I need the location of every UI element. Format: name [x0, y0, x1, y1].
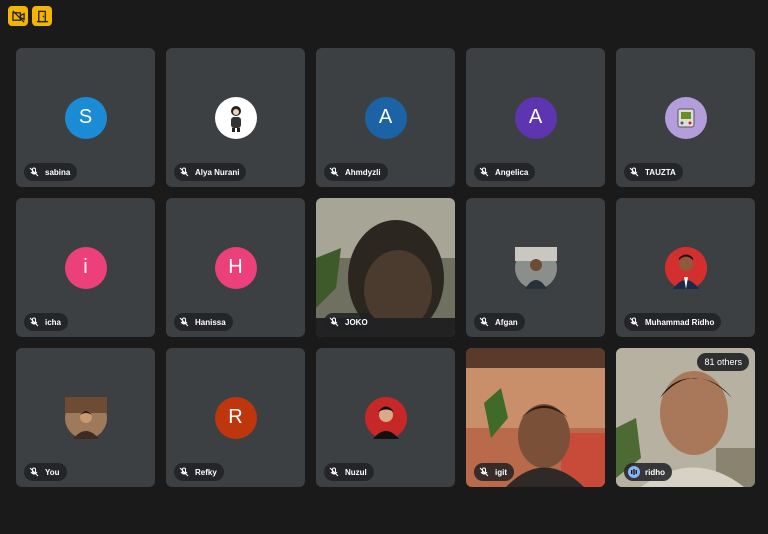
participant-name: Hanissa	[195, 317, 226, 327]
participant-tile[interactable]: Nuzul	[316, 348, 455, 487]
mic-off-icon	[478, 316, 490, 328]
mic-off-icon	[28, 166, 40, 178]
participant-name: Angelica	[495, 167, 529, 177]
participant-name: sabina	[45, 167, 71, 177]
participant-name: igit	[495, 467, 507, 477]
participant-nametag: Alya Nurani	[174, 163, 247, 181]
mic-off-icon	[178, 316, 190, 328]
participant-grid: S sabina Alya Nurani A Ahmdyzli A Angeli…	[16, 48, 755, 487]
mic-off-icon	[28, 466, 40, 478]
participant-name: Muhammad Ridho	[645, 317, 715, 327]
mic-off-icon	[478, 166, 490, 178]
mic-off-icon	[178, 466, 190, 478]
participant-tile-video[interactable]: JOKO	[316, 198, 455, 337]
speaking-indicator-icon	[628, 466, 640, 478]
mic-off-icon	[328, 466, 340, 478]
participant-tile[interactable]: R Refky	[166, 348, 305, 487]
participant-tile[interactable]: Muhammad Ridho	[616, 198, 755, 337]
mic-off-icon	[628, 316, 640, 328]
participant-tile[interactable]: A Ahmdyzli	[316, 48, 455, 187]
participant-nametag: Afgan	[474, 313, 525, 331]
camera-off-icon	[11, 9, 25, 23]
avatar	[214, 96, 257, 139]
participant-name: icha	[45, 317, 62, 327]
participant-tile-video[interactable]: igit	[466, 348, 605, 487]
participant-name: You	[45, 467, 60, 477]
mic-off-icon	[178, 166, 190, 178]
camera-off-button[interactable]	[8, 6, 28, 26]
participant-tile[interactable]: TAUZTA	[616, 48, 755, 187]
avatar: A	[364, 96, 407, 139]
participant-tile[interactable]: i icha	[16, 198, 155, 337]
avatar: i	[64, 246, 107, 289]
participant-tile[interactable]: S sabina	[16, 48, 155, 187]
mic-off-icon	[628, 166, 640, 178]
participant-name: JOKO	[345, 317, 368, 327]
avatar: R	[214, 396, 257, 439]
avatar	[514, 246, 557, 289]
participant-nametag: TAUZTA	[624, 163, 683, 181]
participant-nametag: Angelica	[474, 163, 536, 181]
participant-name: Ahmdyzli	[345, 167, 381, 177]
avatar	[664, 96, 707, 139]
participant-nametag: icha	[24, 313, 69, 331]
participant-name: Alya Nurani	[195, 167, 240, 177]
participant-name: Afgan	[495, 317, 518, 327]
participant-nametag: JOKO	[324, 313, 375, 331]
participant-name: TAUZTA	[645, 167, 676, 177]
participant-tile[interactable]: Afgan	[466, 198, 605, 337]
avatar	[64, 396, 107, 439]
participant-nametag: Hanissa	[174, 313, 233, 331]
participant-tile[interactable]: H Hanissa	[166, 198, 305, 337]
leave-button[interactable]	[32, 6, 52, 26]
participant-nametag: igit	[474, 463, 514, 481]
participant-name: Nuzul	[345, 467, 367, 477]
participant-tile[interactable]: A Angelica	[466, 48, 605, 187]
participant-nametag: You	[24, 463, 67, 481]
avatar: A	[514, 96, 557, 139]
participant-nametag: Ahmdyzli	[324, 163, 388, 181]
participant-nametag: Nuzul	[324, 463, 374, 481]
mic-off-icon	[328, 166, 340, 178]
others-count-badge[interactable]: 81 others	[697, 353, 749, 371]
participant-name: ridho	[645, 467, 665, 477]
participant-tile-self[interactable]: You	[16, 348, 155, 487]
participant-name: Refky	[195, 467, 217, 477]
avatar: H	[214, 246, 257, 289]
avatar	[664, 246, 707, 289]
participant-tile[interactable]: Alya Nurani	[166, 48, 305, 187]
participant-nametag: Refky	[174, 463, 224, 481]
participant-tile-video[interactable]: 81 others ridho	[616, 348, 755, 487]
exit-door-icon	[36, 10, 48, 22]
avatar: S	[64, 96, 107, 139]
mic-off-icon	[478, 466, 490, 478]
avatar	[364, 396, 407, 439]
participant-nametag: ridho	[624, 463, 672, 481]
participant-nametag: Muhammad Ridho	[624, 313, 722, 331]
mic-off-icon	[328, 316, 340, 328]
mic-off-icon	[28, 316, 40, 328]
participant-nametag: sabina	[24, 163, 78, 181]
